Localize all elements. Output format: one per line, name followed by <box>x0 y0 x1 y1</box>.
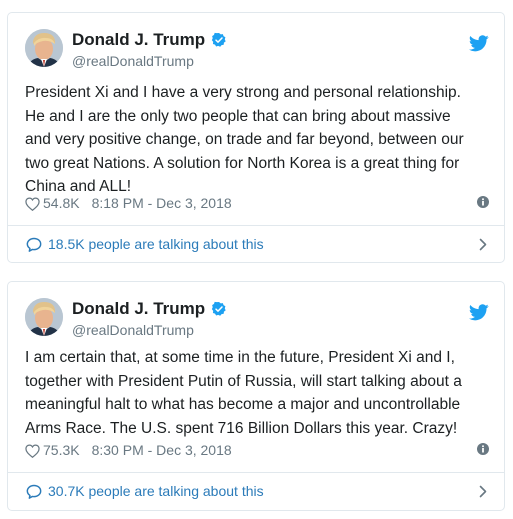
talking-count[interactable]: 30.7K people are talking about this <box>48 483 264 499</box>
tweet-card[interactable]: Donald J. Trump @realDonaldTrump Preside… <box>7 12 505 263</box>
tweet-header: Donald J. Trump @realDonaldTrump <box>8 282 504 350</box>
tweet-text-line: together with President Putin of Russia,… <box>25 372 462 390</box>
user-handle[interactable]: @realDonaldTrump <box>72 321 194 339</box>
like-count[interactable]: 75.3K <box>43 442 80 458</box>
talking-count[interactable]: 18.5K people are talking about this <box>48 236 264 252</box>
chevron-right-icon[interactable] <box>479 238 487 251</box>
tweet-timestamp[interactable]: 8:18 PM - Dec 3, 2018 <box>92 195 232 211</box>
heart-icon[interactable] <box>25 197 40 211</box>
info-icon[interactable] <box>477 196 489 208</box>
display-name[interactable]: Donald J. Trump <box>72 30 227 50</box>
tweet-text-line: and very positive change, on trade and f… <box>25 131 464 148</box>
tweet-text-line: meaningful halt to what has become a maj… <box>25 396 461 413</box>
display-name[interactable]: Donald J. Trump <box>72 299 227 319</box>
chevron-right-icon[interactable] <box>479 485 487 498</box>
like-count[interactable]: 54.8K <box>43 195 80 211</box>
conversation-link[interactable]: 18.5K people are talking about this <box>8 226 504 263</box>
twitter-bird-icon[interactable] <box>469 304 489 321</box>
tweet-text: President Xi and I have a very strong an… <box>25 81 495 199</box>
tweet-timestamp[interactable]: 8:30 PM - Dec 3, 2018 <box>92 442 232 458</box>
conversation-link[interactable]: 30.7K people are talking about this <box>8 473 504 510</box>
tweet-header: Donald J. Trump @realDonaldTrump <box>8 13 504 81</box>
tweet-text-line: I am certain that, at some time in the f… <box>25 349 455 366</box>
info-icon[interactable] <box>477 443 489 455</box>
speech-bubble-icon <box>26 484 42 499</box>
user-handle[interactable]: @realDonaldTrump <box>72 52 194 70</box>
tweet-meta: 75.3K 8:30 PM - Dec 3, 2018 <box>25 442 489 462</box>
tweet-text-line: He and I are the only two people that ca… <box>25 107 451 125</box>
tweet-text-line: President Xi and I have a very strong an… <box>25 84 461 101</box>
tweet-text-line: two great Nations. A solution for North … <box>25 154 460 172</box>
tweet-text-line: Arms Race. The U.S. spent 716 Billion Do… <box>25 419 458 437</box>
verified-badge-icon <box>212 32 226 47</box>
tweet-meta: 54.8K 8:18 PM - Dec 3, 2018 <box>25 195 489 215</box>
display-name-text[interactable]: Donald J. Trump <box>72 299 205 318</box>
tweet-card[interactable]: Donald J. Trump @realDonaldTrump I am ce… <box>7 281 505 511</box>
display-name-text[interactable]: Donald J. Trump <box>72 30 205 49</box>
avatar[interactable] <box>25 29 63 67</box>
avatar[interactable] <box>25 298 63 336</box>
verified-badge-icon <box>212 301 226 316</box>
tweet-text: I am certain that, at some time in the f… <box>25 346 495 440</box>
speech-bubble-icon <box>26 237 42 252</box>
twitter-bird-icon[interactable] <box>469 35 489 52</box>
heart-icon[interactable] <box>25 444 40 458</box>
